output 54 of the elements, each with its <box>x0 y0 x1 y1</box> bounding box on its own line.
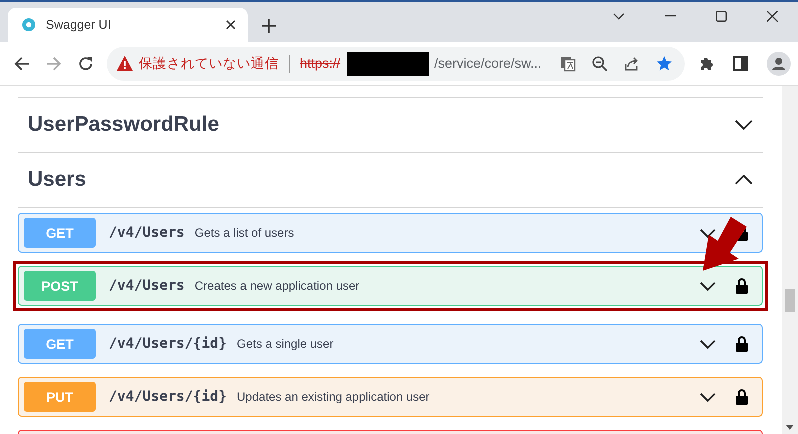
method-badge: GET <box>24 218 96 248</box>
url-path: /service/core/sw... <box>434 56 542 71</box>
lock-icon[interactable] <box>736 336 748 352</box>
zoom-out-icon[interactable] <box>592 56 608 72</box>
url-scheme: https:// <box>300 56 341 71</box>
reload-icon[interactable] <box>78 56 94 72</box>
chevron-down-icon[interactable] <box>700 228 716 238</box>
back-icon[interactable] <box>14 56 30 72</box>
close-icon[interactable] <box>767 10 778 22</box>
puzzle-icon[interactable] <box>698 56 715 72</box>
operation-block[interactable]: PUT /v4/Users/{id} Updates an existing application user <box>18 377 763 417</box>
operation-block[interactable]: GET /v4/Users/{id} Gets a single user <box>18 324 763 364</box>
address-bar[interactable]: 保護されていない通信 https:// /service/core/sw... <box>107 46 685 80</box>
endpoint-path: /v4/Users <box>109 278 185 294</box>
method-badge: POST <box>24 271 96 301</box>
lock-icon[interactable] <box>736 278 748 294</box>
new-tab-icon[interactable] <box>262 19 276 33</box>
profile-icon[interactable] <box>766 52 791 76</box>
chevron-down-icon[interactable] <box>613 12 625 20</box>
method-badge: GET <box>24 329 96 359</box>
share-icon[interactable] <box>624 56 640 72</box>
maximize-icon[interactable] <box>716 10 727 22</box>
endpoint-summary: Creates a new application user <box>194 279 361 293</box>
scroll-down-icon[interactable] <box>786 425 794 430</box>
section-header[interactable]: UserPasswordRule <box>18 98 763 153</box>
endpoint-summary: Gets a list of users <box>194 226 296 240</box>
side-panel-icon[interactable] <box>732 56 749 72</box>
bookmark-star-icon[interactable] <box>656 55 673 72</box>
scrollbar-thumb[interactable] <box>785 289 795 312</box>
endpoint-summary: Updates an existing application user <box>237 390 431 404</box>
section-title: Users <box>28 168 88 192</box>
endpoint-path: /v4/Users/{id} <box>109 389 228 405</box>
chevron-down-icon[interactable] <box>700 392 716 402</box>
endpoint-path: /v4/Users/{id} <box>109 336 228 352</box>
method-badge: PUT <box>24 382 96 412</box>
browser-tab[interactable]: Swagger UI <box>8 8 248 42</box>
minimize-icon[interactable] <box>665 15 676 17</box>
section-header[interactable]: Users <box>18 153 763 208</box>
chevron-up-icon[interactable] <box>735 175 753 185</box>
operation-block[interactable]: POST /v4/Users Creates a new application user <box>18 266 763 306</box>
scrollbar[interactable] <box>782 86 798 434</box>
tab-title: Swagger UI <box>46 18 112 32</box>
translate-icon[interactable] <box>560 56 576 72</box>
endpoint-path: /v4/Users <box>109 225 185 241</box>
operation-block[interactable]: GET /v4/Users Gets a list of users <box>18 213 763 253</box>
warning-icon[interactable] <box>117 56 133 71</box>
lock-icon[interactable] <box>736 389 748 405</box>
security-warning: 保護されていない通信 <box>139 54 279 72</box>
chevron-down-icon[interactable] <box>700 340 716 348</box>
close-icon[interactable] <box>226 20 236 30</box>
endpoint-summary: Gets a single user <box>237 337 335 351</box>
section-title: UserPasswordRule <box>28 113 220 137</box>
chevron-down-icon[interactable] <box>735 120 753 130</box>
chevron-down-icon[interactable] <box>700 282 716 290</box>
